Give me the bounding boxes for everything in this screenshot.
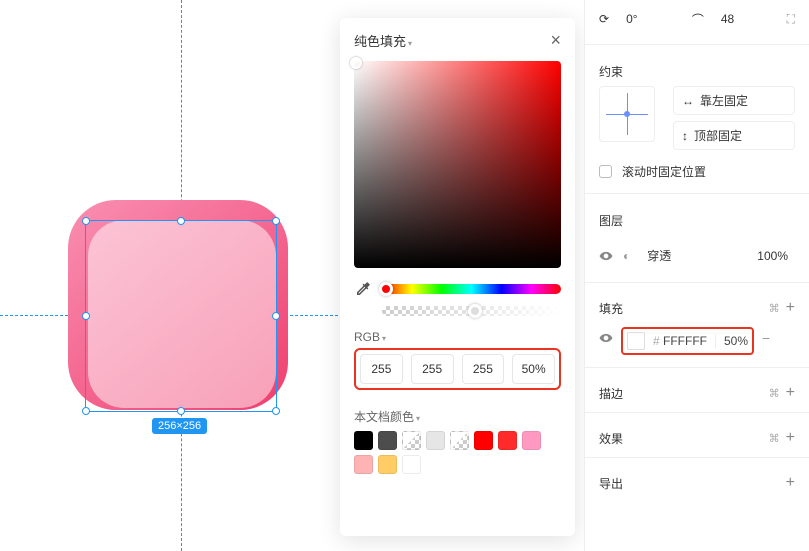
dimensions-badge: 256×256 <box>152 418 207 434</box>
scroll-lock-checkbox[interactable] <box>599 165 612 178</box>
fill-hex-input[interactable]: # FFFFFF <box>653 334 707 348</box>
document-colors-dropdown[interactable]: 本文档颜色▾ <box>354 408 561 425</box>
radius-icon: ⌒ <box>692 11 704 28</box>
rotation-input[interactable]: 0° <box>619 7 682 31</box>
swatch[interactable] <box>474 431 493 450</box>
resize-handle-ne[interactable] <box>272 217 280 225</box>
input-r[interactable]: 255 <box>360 354 403 384</box>
section-fill: 填充 <box>599 300 623 317</box>
swatch[interactable] <box>426 431 445 450</box>
section-export: 导出 <box>599 475 623 492</box>
blend-mode-icon: ◐ <box>623 249 630 263</box>
eyedropper-icon[interactable] <box>354 280 372 298</box>
swatch[interactable] <box>450 431 469 450</box>
color-cursor[interactable] <box>350 57 362 69</box>
swatch[interactable] <box>522 431 541 450</box>
resize-handle-se[interactable] <box>272 407 280 415</box>
swatch[interactable] <box>402 431 421 450</box>
scroll-lock-label: 滚动时固定位置 <box>622 163 706 180</box>
section-stroke: 描边 <box>599 385 623 402</box>
section-effect: 效果 <box>599 430 623 447</box>
fill-type-dropdown[interactable]: 纯色填充▾ <box>354 31 412 50</box>
input-g[interactable]: 255 <box>411 354 454 384</box>
color-mode-dropdown[interactable]: RGB▾ <box>354 330 561 344</box>
alpha-thumb[interactable] <box>468 304 482 318</box>
visibility-icon[interactable] <box>599 249 613 263</box>
color-picker-popover: 纯色填充▾ × RGB▾ 255 255 255 50% 本文档颜色▾ <box>340 18 575 536</box>
section-layer: 图层 <box>599 200 795 235</box>
swatch[interactable] <box>378 455 397 474</box>
swatch[interactable] <box>498 431 517 450</box>
resize-handle-w[interactable] <box>82 312 90 320</box>
layer-opacity-input[interactable]: 100% <box>745 244 795 268</box>
fill-row-highlight: # FFFFFF 50% <box>621 327 754 355</box>
resize-handle-sw[interactable] <box>82 407 90 415</box>
fill-opacity-input[interactable]: 50% <box>715 334 748 348</box>
stroke-shortcut: ⌘ <box>769 388 780 400</box>
radius-input[interactable]: 48 <box>714 7 777 31</box>
effect-shortcut: ⌘ <box>769 433 780 445</box>
add-export-button[interactable]: + <box>786 474 795 492</box>
alpha-slider[interactable] <box>382 306 561 316</box>
fill-swatch[interactable] <box>627 332 645 350</box>
constraint-h-dropdown[interactable]: ↔靠左固定 <box>673 86 795 115</box>
expand-radius-icon[interactable]: ⛶ <box>787 12 795 27</box>
resize-handle-s[interactable] <box>177 407 185 415</box>
rgb-inputs-highlight: 255 255 255 50% <box>354 348 561 390</box>
swatch[interactable] <box>354 431 373 450</box>
swatch[interactable] <box>402 455 421 474</box>
fill-visibility-icon[interactable] <box>599 331 613 345</box>
hue-thumb[interactable] <box>379 282 393 296</box>
add-effect-button[interactable]: + <box>786 429 795 446</box>
resize-handle-nw[interactable] <box>82 217 90 225</box>
selection-box[interactable] <box>85 220 277 412</box>
hue-slider[interactable] <box>382 284 561 294</box>
input-b[interactable]: 255 <box>462 354 505 384</box>
constraint-widget[interactable] <box>599 86 655 142</box>
inspector-panel: ⟳ 0° ⌒ 48 ⛶ 约束 ↔靠左固定 ↕顶部固定 滚动时固定位置 图层 ◐ … <box>584 0 809 551</box>
remove-fill-button[interactable]: − <box>762 330 770 346</box>
swatch-grid <box>354 431 561 474</box>
swatch[interactable] <box>378 431 397 450</box>
input-alpha[interactable]: 50% <box>512 354 555 384</box>
constraint-v-dropdown[interactable]: ↕顶部固定 <box>673 121 795 150</box>
saturation-brightness-field[interactable] <box>354 61 561 268</box>
add-stroke-button[interactable]: + <box>786 384 795 401</box>
close-icon[interactable]: × <box>550 30 561 51</box>
fill-shortcut: ⌘ <box>769 303 780 315</box>
swatch[interactable] <box>354 455 373 474</box>
resize-handle-e[interactable] <box>272 312 280 320</box>
section-constrain: 约束 <box>599 51 795 86</box>
blend-mode-dropdown[interactable]: 穿透 <box>640 242 735 269</box>
add-fill-button[interactable]: + <box>786 299 795 316</box>
rotate-icon: ⟳ <box>599 12 609 26</box>
resize-handle-n[interactable] <box>177 217 185 225</box>
canvas-area[interactable]: 256×256 <box>0 0 338 551</box>
